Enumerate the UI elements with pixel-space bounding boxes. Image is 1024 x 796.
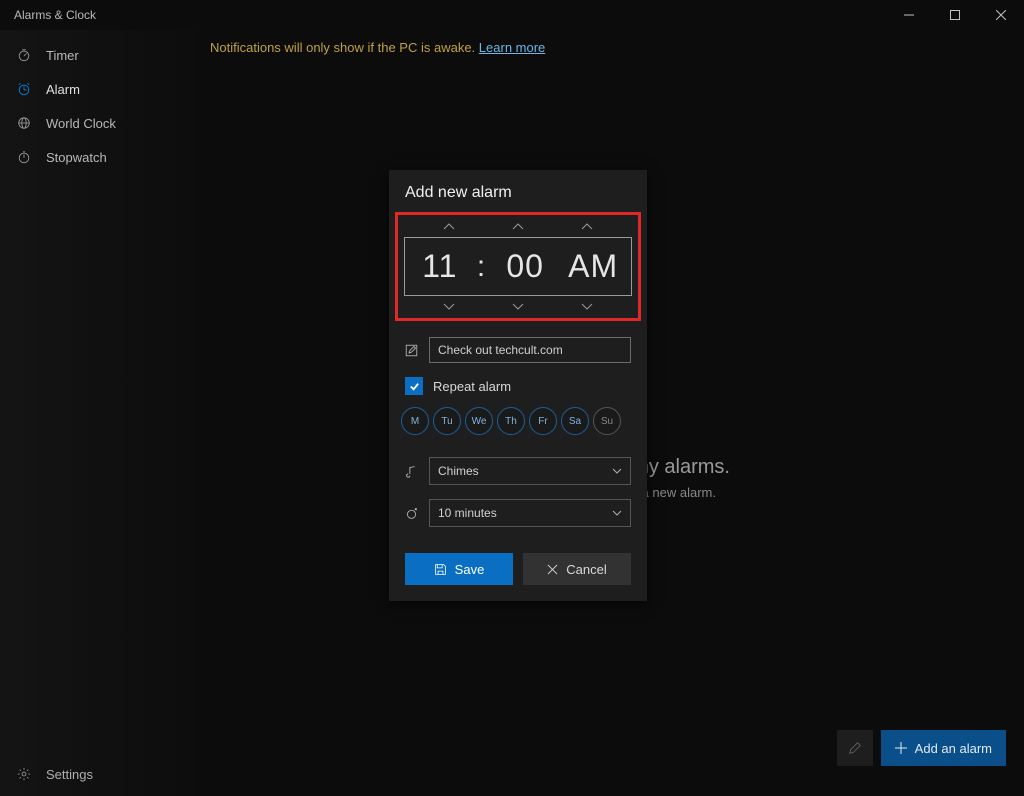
stopwatch-icon xyxy=(16,150,32,164)
learn-more-link[interactable]: Learn more xyxy=(479,40,545,55)
add-alarm-dialog: Add new alarm 11 : 00 AM Repeat alarm xyxy=(389,170,647,601)
cancel-label: Cancel xyxy=(566,562,606,577)
snooze-value: 10 minutes xyxy=(438,506,497,520)
chevron-up-icon xyxy=(581,222,593,230)
repeat-checkbox[interactable] xyxy=(405,377,423,395)
sidebar-item-label: Settings xyxy=(46,767,93,782)
hour-down-button[interactable] xyxy=(419,300,479,314)
chevron-down-icon xyxy=(512,303,524,311)
maximize-button[interactable] xyxy=(932,0,978,30)
day-sat[interactable]: Sa xyxy=(561,407,589,435)
pencil-icon xyxy=(848,741,862,755)
timer-icon xyxy=(16,48,32,62)
add-alarm-button[interactable]: Add an alarm xyxy=(881,730,1006,766)
alarm-name-input[interactable] xyxy=(429,337,631,363)
day-sun[interactable]: Su xyxy=(593,407,621,435)
chevron-down-icon xyxy=(581,303,593,311)
sound-select[interactable]: Chimes xyxy=(429,457,631,485)
ampm-up-button[interactable] xyxy=(557,219,617,233)
save-button[interactable]: Save xyxy=(405,553,513,585)
time-ampm[interactable]: AM xyxy=(565,248,621,285)
sidebar-item-timer[interactable]: Timer xyxy=(0,38,196,72)
time-display[interactable]: 11 : 00 AM xyxy=(404,237,632,296)
minute-down-button[interactable] xyxy=(488,300,548,314)
save-icon xyxy=(434,563,447,576)
sidebar-item-label: World Clock xyxy=(46,116,116,131)
save-label: Save xyxy=(455,562,485,577)
day-wed[interactable]: We xyxy=(465,407,493,435)
plus-icon xyxy=(895,742,907,754)
sound-value: Chimes xyxy=(438,464,479,478)
time-minute[interactable]: 00 xyxy=(497,248,553,285)
minimize-icon xyxy=(904,10,914,20)
dialog-title: Add new alarm xyxy=(389,170,647,212)
minimize-button[interactable] xyxy=(886,0,932,30)
notification-banner: Notifications will only show if the PC i… xyxy=(210,40,545,55)
day-fri[interactable]: Fr xyxy=(529,407,557,435)
maximize-icon xyxy=(950,10,960,20)
snooze-select[interactable]: 10 minutes xyxy=(429,499,631,527)
hour-up-button[interactable] xyxy=(419,219,479,233)
music-note-icon xyxy=(405,465,419,478)
close-icon xyxy=(996,10,1006,20)
sidebar-item-stopwatch[interactable]: Stopwatch xyxy=(0,140,196,174)
chevron-up-icon xyxy=(512,222,524,230)
add-alarm-label: Add an alarm xyxy=(915,741,992,756)
app-title: Alarms & Clock xyxy=(14,8,96,22)
globe-icon xyxy=(16,116,32,130)
time-hour[interactable]: 11 xyxy=(415,248,465,285)
sidebar-item-label: Stopwatch xyxy=(46,150,107,165)
chevron-down-icon xyxy=(612,507,622,519)
cancel-button[interactable]: Cancel xyxy=(523,553,631,585)
repeat-label: Repeat alarm xyxy=(433,379,511,394)
check-icon xyxy=(409,381,420,392)
edit-icon xyxy=(405,344,419,357)
sidebar-item-label: Timer xyxy=(46,48,79,63)
sidebar: Timer Alarm World Clock Stopwatch Settin… xyxy=(0,30,196,796)
sidebar-item-settings[interactable]: Settings xyxy=(0,752,196,796)
sidebar-item-alarm[interactable]: Alarm xyxy=(0,72,196,106)
day-mon[interactable]: M xyxy=(401,407,429,435)
close-button[interactable] xyxy=(978,0,1024,30)
minute-up-button[interactable] xyxy=(488,219,548,233)
alarm-icon xyxy=(16,82,32,96)
sidebar-item-world-clock[interactable]: World Clock xyxy=(0,106,196,140)
time-picker-highlight: 11 : 00 AM xyxy=(395,212,641,321)
day-tue[interactable]: Tu xyxy=(433,407,461,435)
close-icon xyxy=(547,564,558,575)
chevron-down-icon xyxy=(612,465,622,477)
title-bar: Alarms & Clock xyxy=(0,0,1024,30)
gear-icon xyxy=(16,767,32,781)
notification-text: Notifications will only show if the PC i… xyxy=(210,40,475,55)
snooze-icon xyxy=(405,507,419,520)
sidebar-item-label: Alarm xyxy=(46,82,80,97)
day-thu[interactable]: Th xyxy=(497,407,525,435)
time-colon: : xyxy=(477,250,485,284)
days-row: M Tu We Th Fr Sa Su xyxy=(389,401,647,447)
chevron-down-icon xyxy=(443,303,455,311)
ampm-down-button[interactable] xyxy=(557,300,617,314)
edit-alarms-button[interactable] xyxy=(837,730,873,766)
chevron-up-icon xyxy=(443,222,455,230)
